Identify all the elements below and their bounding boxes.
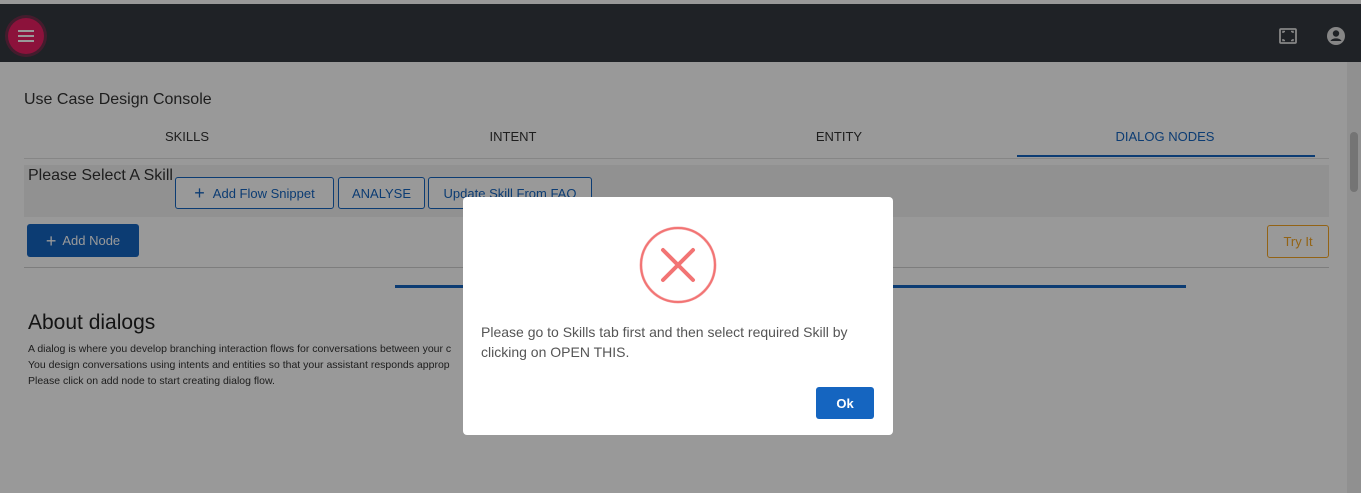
- dialog-message: Please go to Skills tab first and then s…: [481, 324, 848, 360]
- error-dialog: Please go to Skills tab first and then s…: [463, 197, 893, 435]
- ok-button[interactable]: Ok: [816, 387, 874, 419]
- error-x-icon: [639, 226, 717, 304]
